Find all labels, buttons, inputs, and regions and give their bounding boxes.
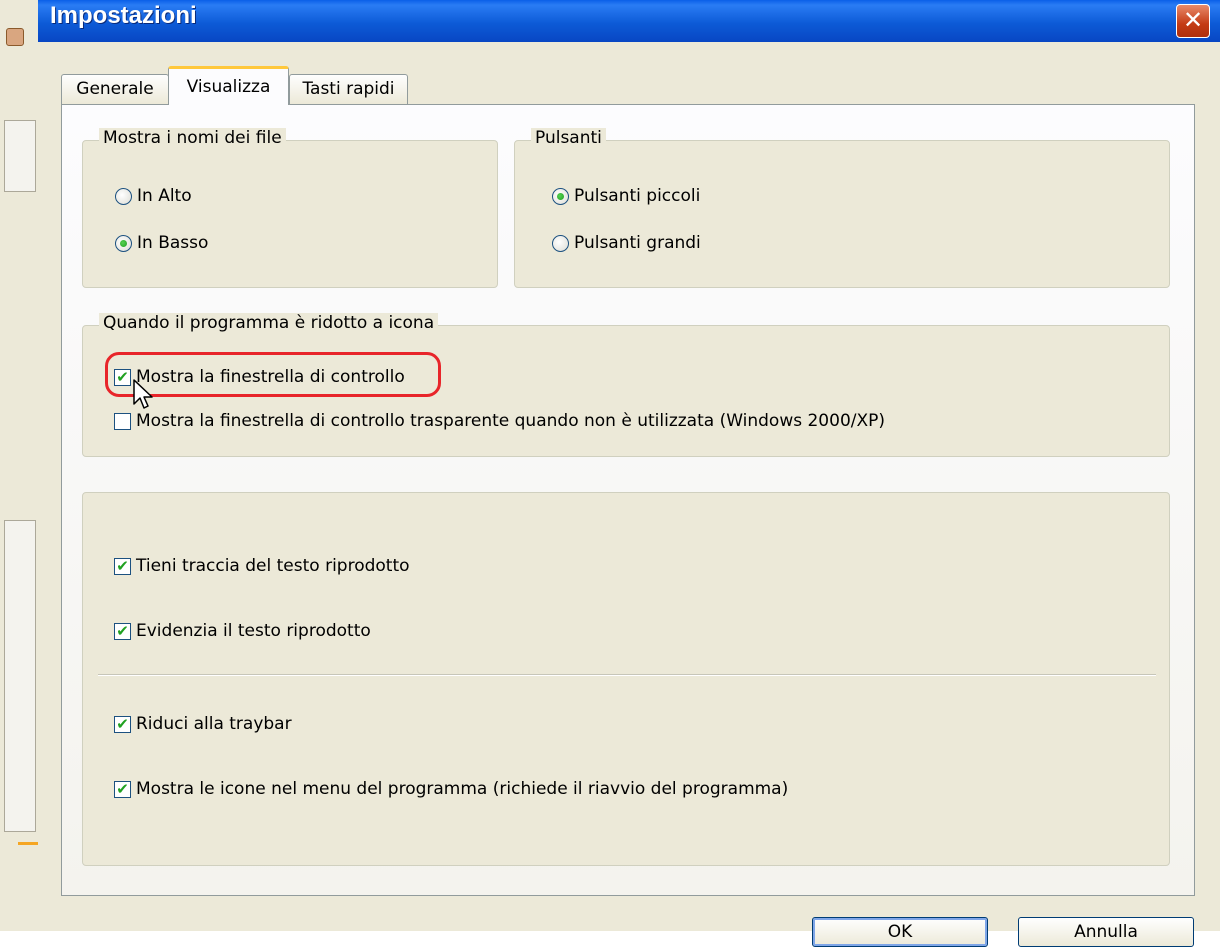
checkbox-checked[interactable]: ✔ [114, 780, 131, 798]
tab-tasti-rapidi[interactable]: Tasti rapidi [289, 74, 408, 104]
dialog-title: Impostazioni [50, 2, 197, 29]
buttons-size-legend: Pulsanti [531, 128, 606, 148]
checkbox-minimize-to-tray[interactable]: ✔ Riduci alla traybar [114, 712, 292, 736]
tab-generale[interactable]: Generale [61, 74, 169, 104]
ok-button[interactable]: OK [812, 917, 988, 947]
background-toolbar [4, 120, 36, 192]
cancel-button[interactable]: Annulla [1018, 917, 1194, 947]
radio-pulsanti-grandi[interactable]: Pulsanti grandi [552, 231, 701, 255]
file-names-group: Mostra i nomi dei file [82, 128, 498, 288]
options-group [82, 492, 1170, 866]
radio-label: Pulsanti piccoli [574, 186, 701, 206]
mouse-pointer-icon [133, 379, 153, 409]
checkbox-label: Riduci alla traybar [136, 714, 292, 734]
radio-button-selected[interactable] [115, 234, 132, 252]
checkbox-checked[interactable]: ✔ [114, 622, 131, 640]
close-icon: ✕ [1182, 6, 1204, 34]
checkbox-label: Evidenzia il testo riprodotto [136, 621, 371, 641]
checkbox-label: Mostra le icone nel menu del programma (… [136, 779, 789, 799]
checkbox-track-played-text[interactable]: ✔ Tieni traccia del testo riprodotto [114, 554, 410, 578]
title-bar[interactable]: Impostazioni ✕ [38, 0, 1220, 42]
app-icon [6, 28, 24, 46]
radio-button[interactable] [552, 234, 569, 252]
tab-label: Visualizza [186, 77, 271, 97]
ok-button-label: OK [887, 922, 913, 942]
radio-in-alto[interactable]: In Alto [115, 184, 192, 208]
checkbox-label: Mostra la finestrella di controllo trasp… [136, 411, 886, 431]
checkbox-checked[interactable]: ✔ [114, 715, 131, 733]
radio-button[interactable] [115, 187, 132, 205]
checkbox-checked[interactable]: ✔ [114, 557, 131, 575]
file-names-legend: Mostra i nomi dei file [99, 128, 286, 148]
minimized-legend: Quando il programma è ridotto a icona [99, 313, 439, 333]
background-accent [18, 842, 38, 845]
radio-label: In Alto [137, 186, 192, 206]
background-app-window [0, 0, 38, 931]
checkbox-highlight-played-text[interactable]: ✔ Evidenzia il testo riprodotto [114, 619, 371, 643]
radio-in-basso[interactable]: In Basso [115, 231, 208, 255]
buttons-size-group: Pulsanti [514, 128, 1170, 288]
checkbox-menu-icons[interactable]: ✔ Mostra le icone nel menu del programma… [114, 777, 788, 801]
close-button[interactable]: ✕ [1176, 4, 1210, 38]
checkbox-unchecked[interactable] [114, 412, 131, 430]
radio-pulsanti-piccoli[interactable]: Pulsanti piccoli [552, 184, 700, 208]
background-panel [4, 520, 36, 832]
tab-label: Generale [76, 79, 154, 99]
checkbox-label: Tieni traccia del testo riprodotto [136, 556, 410, 576]
cancel-button-label: Annulla [1074, 922, 1138, 942]
group-separator [98, 674, 1156, 676]
tab-visualizza[interactable]: Visualizza [168, 66, 289, 105]
radio-label: In Basso [137, 233, 209, 253]
tab-label: Tasti rapidi [302, 79, 395, 99]
checkbox-transparent-control-window[interactable]: Mostra la finestrella di controllo trasp… [114, 409, 885, 433]
radio-button-selected[interactable] [552, 187, 569, 205]
radio-label: Pulsanti grandi [574, 233, 701, 253]
